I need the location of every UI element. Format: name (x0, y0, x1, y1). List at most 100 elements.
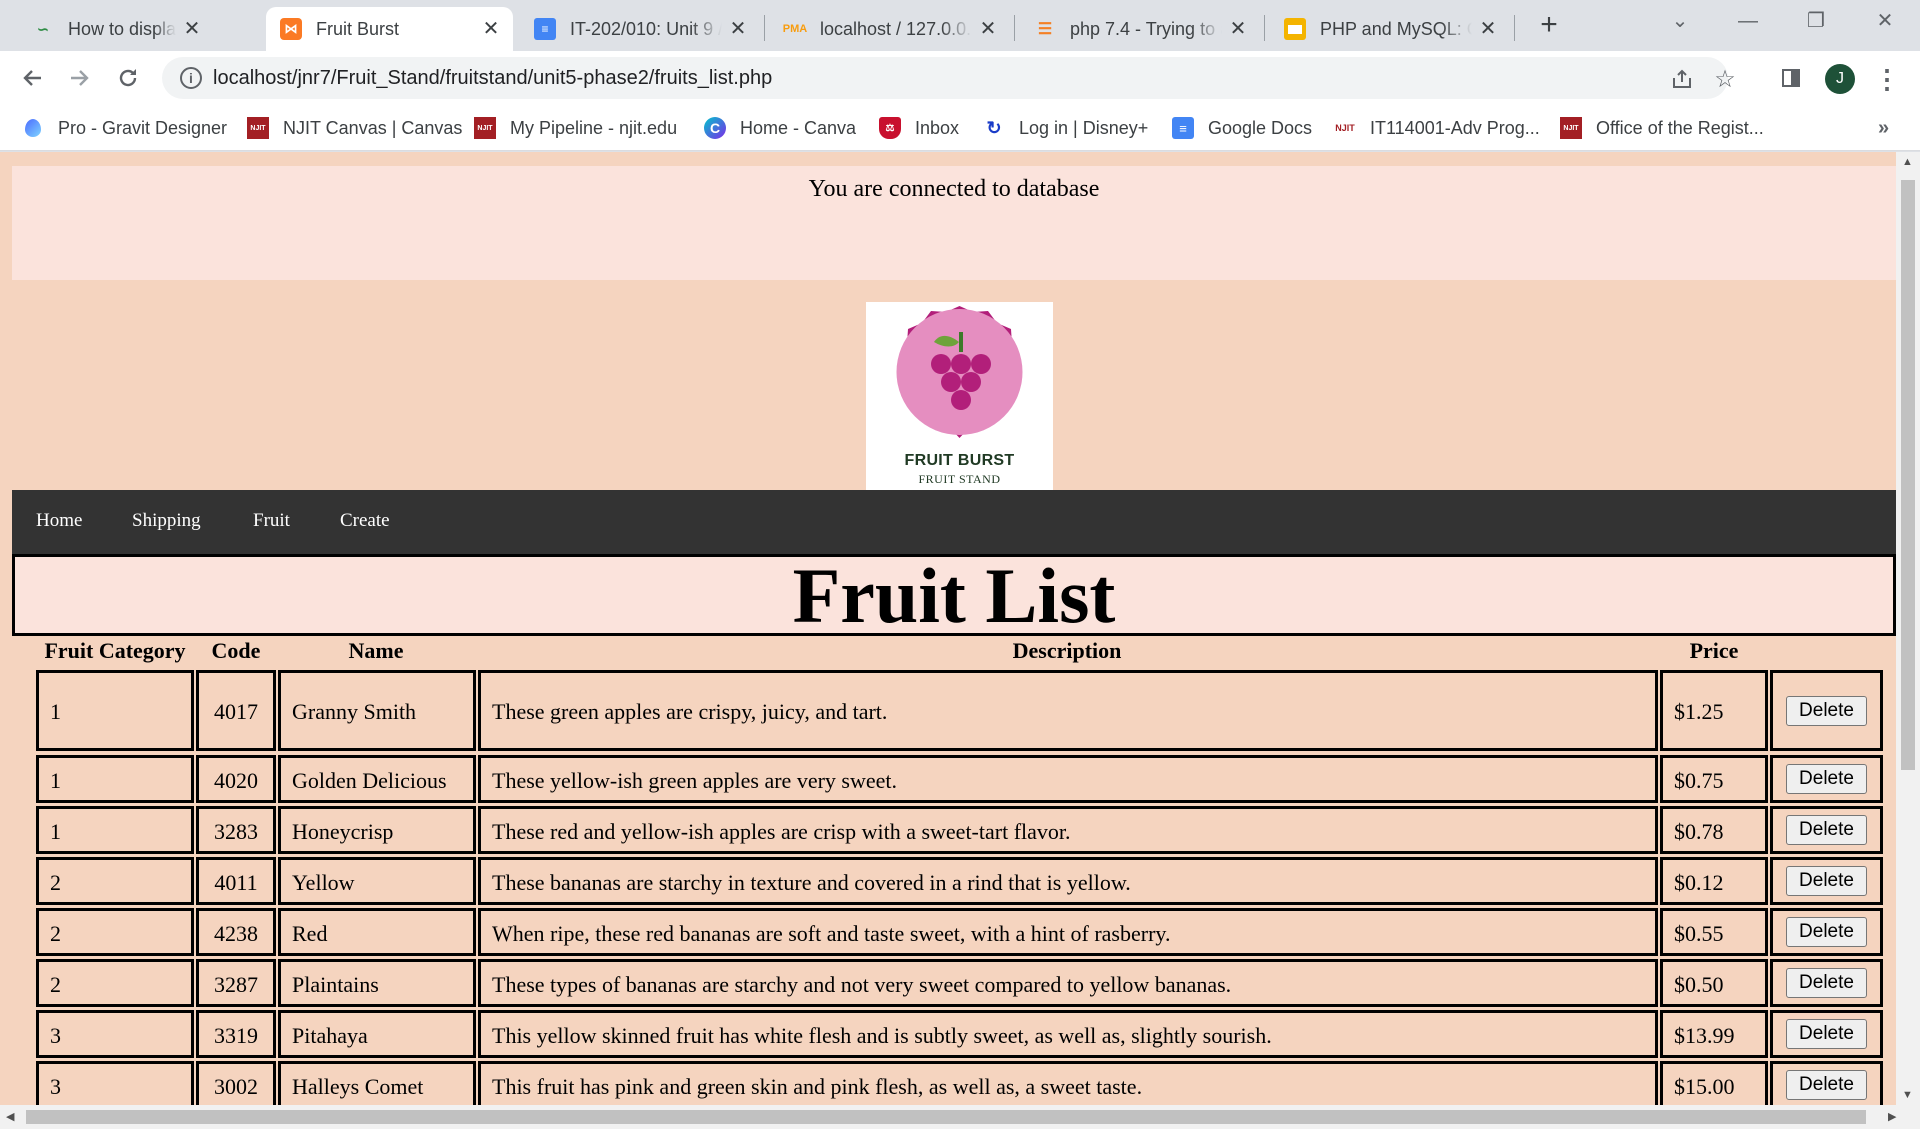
tab-php-mysql[interactable]: PHP and MySQL: Cl ✕ (1270, 7, 1510, 51)
delete-button[interactable]: Delete (1786, 968, 1867, 998)
cell-actions: Delete (1770, 1010, 1883, 1058)
tab-how-to-display-logo[interactable]: ∽ How to display logo ✕ (18, 7, 214, 51)
cell-actions: Delete (1770, 908, 1883, 956)
bookmark-gravit[interactable]: Pro - Gravit Designer (22, 115, 227, 141)
nav-home[interactable]: Home (36, 510, 82, 532)
table-row: 2 3287 Plaintains These types of bananas ar… (0, 959, 1900, 1007)
side-panel-icon[interactable] (1775, 62, 1807, 94)
nav-shipping[interactable]: Shipping (132, 510, 201, 532)
cell-category: 3 (36, 1010, 194, 1058)
site-info-icon[interactable]: i (180, 67, 202, 89)
browser-menu-icon[interactable]: ⋮ (1874, 64, 1900, 94)
tab-divider (1014, 15, 1015, 41)
forward-arrow-icon (71, 70, 89, 86)
logo-text-main: FRUIT BURST (904, 452, 1015, 469)
bookmark-google-docs[interactable]: ≡ Google Docs (1172, 115, 1312, 141)
table-row: 3 3319 Pitahaya This yellow skinned fruit h… (0, 1010, 1900, 1058)
tab-fruit-burst[interactable]: ⋈ Fruit Burst ✕ (266, 7, 513, 51)
cell-price: $0.75 (1660, 755, 1768, 803)
bookmark-label: Pro - Gravit Designer (58, 117, 228, 138)
cell-actions: Delete (1770, 670, 1883, 751)
cell-description: This fruit has pink and green skin and p… (478, 1061, 1658, 1109)
table-row: 3 3002 Halleys Comet This fruit has pink an… (0, 1061, 1900, 1109)
shield-icon: ⚖ (879, 117, 901, 139)
table-row: 2 4011 Yellow These bananas are starchy in … (0, 857, 1900, 905)
close-icon[interactable]: ✕ (481, 19, 501, 39)
reload-icon (119, 69, 137, 87)
vertical-scroll-thumb[interactable] (1901, 180, 1915, 770)
db-connection-message: You are connected to database (12, 166, 1896, 280)
xampp-icon: ⋈ (280, 18, 302, 40)
new-tab-button[interactable]: + (1535, 8, 1563, 42)
profile-avatar[interactable]: J (1825, 64, 1855, 94)
back-button[interactable] (16, 62, 48, 94)
cell-code: 4011 (196, 857, 276, 905)
bookmark-label: Log in | Disney+ (1019, 117, 1149, 138)
scroll-down-icon[interactable]: ▼ (1902, 1089, 1913, 1101)
delete-button[interactable]: Delete (1786, 764, 1867, 794)
horizontal-scroll-thumb[interactable] (26, 1110, 1866, 1124)
delete-button[interactable]: Delete (1786, 866, 1867, 896)
back-arrow-icon (23, 70, 41, 86)
cell-price: $0.12 (1660, 857, 1768, 905)
table-row: 1 4020 Golden Delicious These yellow-ish gr… (0, 755, 1900, 803)
cell-description: When ripe, these red bananas are soft an… (478, 908, 1658, 956)
close-icon[interactable]: ✕ (182, 19, 202, 39)
address-bar[interactable]: i localhost/jnr7/Fruit_Stand/fruitstand/… (162, 57, 1736, 99)
tab-divider (1514, 15, 1515, 41)
tab-stackoverflow[interactable]: ☰ php 7.4 - Trying to a ✕ (1020, 7, 1260, 51)
cell-price: $15.00 (1660, 1061, 1768, 1109)
tab-it-202-unit-9[interactable]: ≡ IT-202/010: Unit 9 / ✕ (520, 7, 760, 51)
site-nav: Home Shipping Fruit Create (12, 490, 1896, 554)
bookmark-it114001[interactable]: NJIT IT114001-Adv Prog... (1334, 115, 1540, 141)
cell-category: 1 (36, 755, 194, 803)
bookmark-registrar[interactable]: NJIT Office of the Regist... (1560, 115, 1764, 141)
delete-button[interactable]: Delete (1786, 815, 1867, 845)
cell-code: 4020 (196, 755, 276, 803)
bookmark-inbox[interactable]: ⚖ Inbox (879, 115, 959, 141)
horizontal-scrollbar[interactable]: ◀ ▶ (0, 1105, 1920, 1129)
table-row: 1 3283 Honeycrisp These red and yellow-ish … (0, 806, 1900, 854)
url-text[interactable]: localhost/jnr7/Fruit_Stand/fruitstand/un… (213, 67, 772, 90)
window-close-icon[interactable]: ✕ (1870, 6, 1900, 36)
cell-name: Plaintains (278, 959, 476, 1007)
bookmark-disney-plus[interactable]: ↻ Log in | Disney+ (983, 115, 1148, 141)
restore-icon[interactable]: ❐ (1801, 6, 1831, 36)
cell-description: This yellow skinned fruit has white fles… (478, 1010, 1658, 1058)
cell-price: $0.55 (1660, 908, 1768, 956)
reload-button[interactable] (112, 62, 144, 94)
more-bookmarks-icon[interactable]: » (1878, 117, 1889, 140)
scroll-right-icon[interactable]: ▶ (1888, 1110, 1896, 1123)
delete-button[interactable]: Delete (1786, 695, 1867, 726)
share-icon[interactable] (1669, 66, 1695, 92)
delete-button[interactable]: Delete (1786, 1070, 1867, 1100)
cell-description: These types of bananas are starchy and n… (478, 959, 1658, 1007)
nav-fruit[interactable]: Fruit (253, 510, 290, 532)
tab-phpmyadmin[interactable]: PMA localhost / 127.0.0.1 ✕ (770, 7, 1010, 51)
delete-button[interactable]: Delete (1786, 917, 1867, 947)
scroll-left-icon[interactable]: ◀ (6, 1110, 14, 1123)
bookmark-njit-canvas[interactable]: NJIT NJIT Canvas | Canvas (247, 115, 462, 141)
close-icon[interactable]: ✕ (728, 19, 748, 39)
cell-name: Golden Delicious (278, 755, 476, 803)
cell-category: 2 (36, 857, 194, 905)
nav-create[interactable]: Create (340, 510, 390, 532)
minimize-icon[interactable]: — (1733, 6, 1763, 36)
close-icon[interactable]: ✕ (978, 19, 998, 39)
bookmark-my-pipeline[interactable]: NJIT My Pipeline - njit.edu (474, 115, 677, 141)
scroll-up-icon[interactable]: ▲ (1902, 156, 1913, 168)
bookmark-star-icon[interactable]: ☆ (1712, 66, 1738, 93)
bookmark-canva[interactable]: C Home - Canva (704, 115, 856, 141)
close-icon[interactable]: ✕ (1228, 19, 1248, 39)
tab-strip: ∽ How to display logo ✕ ⋈ Fruit Burst ✕ … (0, 0, 1920, 51)
forward-button[interactable] (64, 62, 96, 94)
column-header-description: Description (1012, 638, 1122, 663)
delete-button[interactable]: Delete (1786, 1019, 1867, 1049)
fruit-burst-logo: FRUIT BURST FRUIT STAND (866, 302, 1053, 490)
vertical-scrollbar[interactable]: ▲ ▼ (1896, 152, 1920, 1105)
cell-code: 3287 (196, 959, 276, 1007)
close-icon[interactable]: ✕ (1478, 19, 1498, 39)
tab-search-icon[interactable]: ⌄ (1665, 6, 1695, 36)
geeksforgeeks-icon: ∽ (37, 20, 49, 37)
cell-category: 1 (36, 670, 194, 751)
